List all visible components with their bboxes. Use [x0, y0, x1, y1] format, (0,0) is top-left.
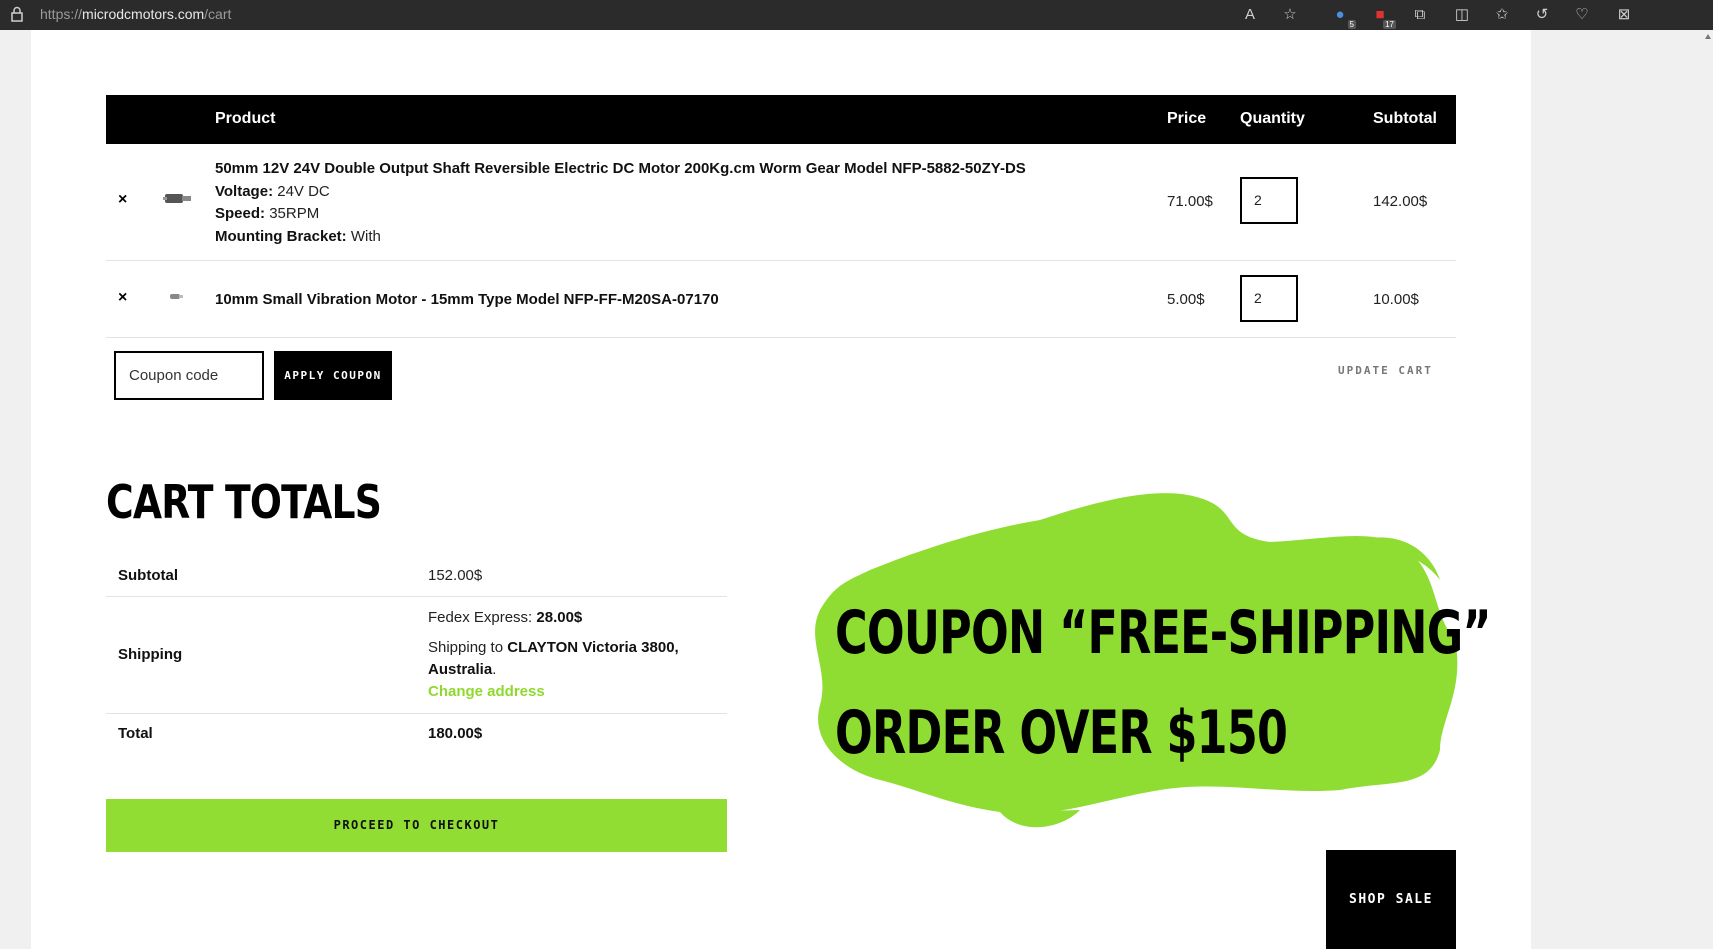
product-name-link[interactable]: 50mm 12V 24V Double Output Shaft Reversi…: [215, 160, 1026, 177]
subtotal-label: Subtotal: [118, 567, 178, 584]
update-cart-button[interactable]: UPDATE CART: [1338, 364, 1433, 377]
shipping-country: Australia.: [428, 661, 497, 678]
header-product: Product: [215, 110, 276, 127]
product-attr-bracket: Mounting Bracket: With: [215, 228, 381, 245]
screenshot-icon[interactable]: ⊠: [1614, 5, 1634, 25]
product-attr-voltage: Voltage: 24V DC: [215, 183, 330, 200]
shipping-label: Shipping: [118, 646, 183, 663]
promo-line-1: COUPON “FREE-SHIPPING”: [835, 598, 1492, 668]
subtotal-value: 152.00$: [428, 567, 483, 584]
remove-item-icon[interactable]: ×: [118, 289, 127, 307]
item-subtotal: 142.00$: [1373, 193, 1428, 210]
scroll-up-icon[interactable]: [1705, 34, 1711, 39]
quantity-input[interactable]: 2: [1240, 177, 1298, 224]
item-price: 71.00$: [1167, 193, 1213, 210]
apply-coupon-button[interactable]: APPLY COUPON: [274, 351, 392, 400]
favorite-star-icon[interactable]: ☆: [1280, 5, 1300, 25]
item-price: 5.00$: [1167, 291, 1205, 308]
read-aloud-icon[interactable]: A: [1240, 5, 1260, 25]
change-address-link[interactable]: Change address: [428, 683, 545, 700]
total-label: Total: [118, 725, 153, 742]
health-icon[interactable]: ♡: [1572, 5, 1592, 25]
url-field[interactable]: https://microdcmotors.com/cart: [40, 6, 231, 22]
browser-address-bar: https://microdcmotors.com/cart A ☆ ● 5 ■ 1…: [0, 0, 1713, 30]
quantity-input[interactable]: 2: [1240, 275, 1298, 322]
promo-line-2: ORDER OVER $150: [835, 698, 1288, 768]
cart-table-header: Product Price Quantity Subtotal: [106, 95, 1456, 144]
shipping-destination: Shipping to CLAYTON Victoria 3800,: [428, 639, 679, 656]
cart-totals-title: CART TOTALS: [106, 475, 382, 529]
proceed-to-checkout-button[interactable]: PROCEED TO CHECKOUT: [106, 799, 727, 852]
coupon-code-input[interactable]: Coupon code: [114, 351, 264, 400]
product-attr-speed: Speed: 35RPM: [215, 205, 320, 222]
table-row: × 50mm 12V 24V Double Output Shaft Rever…: [106, 144, 1456, 261]
header-price: Price: [1167, 110, 1207, 127]
product-thumbnail[interactable]: [162, 186, 194, 210]
totals-row-total: Total 180.00$: [106, 714, 727, 757]
extension-icon[interactable]: ● 5: [1330, 5, 1356, 29]
ublock-icon[interactable]: ■ 17: [1370, 5, 1396, 29]
shipping-method: Fedex Express: 28.00$: [428, 609, 583, 626]
total-value: 180.00$: [428, 725, 483, 742]
table-row: × 10mm Small Vibration Motor - 15mm Type…: [106, 261, 1456, 338]
history-icon[interactable]: ↺: [1532, 5, 1552, 25]
totals-row-subtotal: Subtotal 152.00$: [106, 555, 727, 597]
item-subtotal: 10.00$: [1373, 291, 1419, 308]
product-name-link[interactable]: 10mm Small Vibration Motor - 15mm Type M…: [215, 291, 719, 308]
favorites-icon[interactable]: ✩: [1492, 5, 1512, 25]
header-subtotal: Subtotal: [1373, 110, 1437, 127]
header-quantity: Quantity: [1240, 110, 1305, 127]
scrollbar[interactable]: [1703, 30, 1713, 949]
extensions-puzzle-icon[interactable]: ⧉: [1410, 5, 1430, 25]
lock-icon[interactable]: [10, 6, 24, 22]
remove-item-icon[interactable]: ×: [118, 191, 127, 209]
split-screen-icon[interactable]: ◫: [1452, 5, 1472, 25]
product-thumbnail[interactable]: [166, 289, 186, 305]
shop-sale-button[interactable]: SHOP SALE: [1326, 850, 1456, 949]
totals-row-shipping: Shipping Fedex Express: 28.00$ Shipping …: [106, 597, 727, 714]
